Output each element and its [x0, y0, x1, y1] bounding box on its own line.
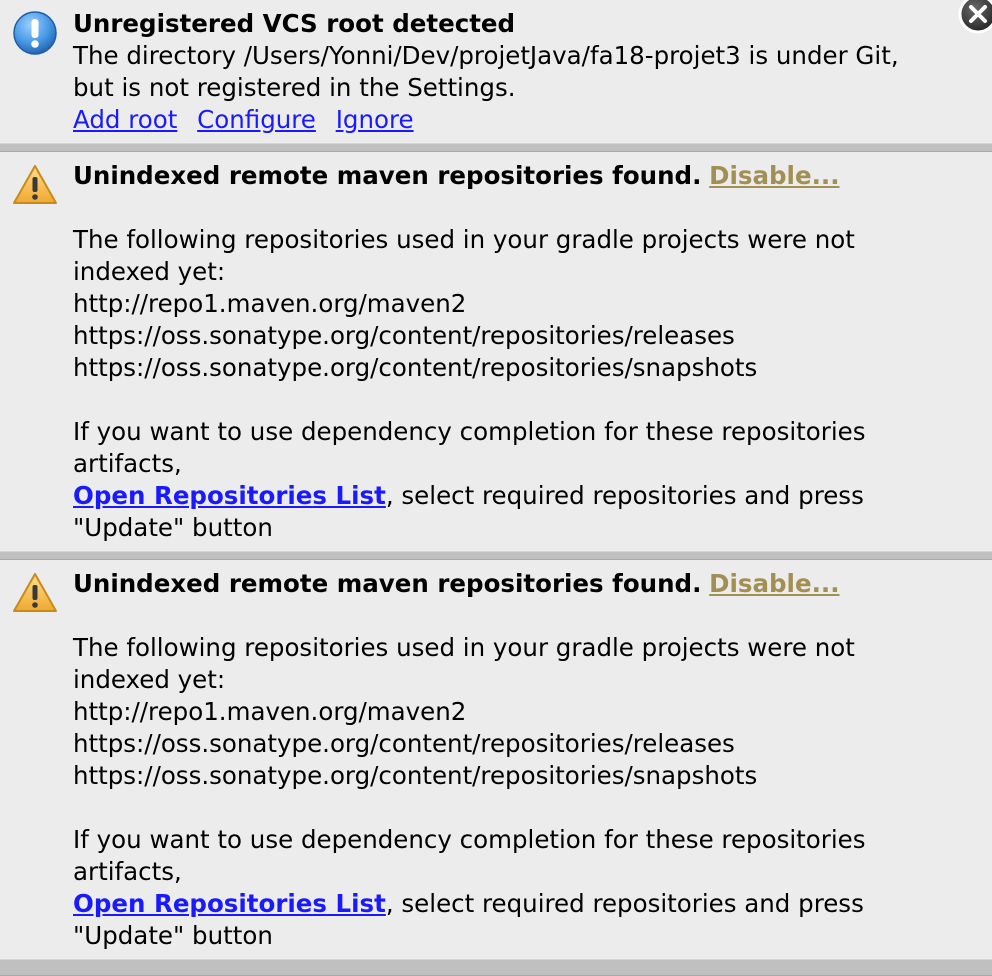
vcs-notification-body: Unregistered VCS root detected The direc… [73, 8, 899, 136]
ignore-link[interactable]: Ignore [336, 105, 414, 134]
notification-separator [0, 959, 992, 976]
notification-message-line: indexed yet: [73, 665, 226, 694]
notification-message-line: The directory /Users/Yonni/Dev/projetJav… [73, 41, 899, 70]
notification-message-text: , select required repositories and press [385, 481, 864, 510]
notification-action-line: Open Repositories List, select required … [73, 888, 865, 920]
notification-balloon-stack: Unregistered VCS root detected The direc… [0, 0, 992, 976]
info-icon [12, 10, 58, 56]
maven-notification-body: Unindexed remote maven repositories foun… [73, 160, 865, 544]
maven-notification-body: Unindexed remote maven repositories foun… [73, 568, 865, 952]
notification-title: Unindexed remote maven repositories foun… [73, 569, 702, 598]
notification-message-line: The following repositories used in your … [73, 633, 855, 662]
notification-message-text: , select required repositories and press [385, 889, 864, 918]
repository-url: http://repo1.maven.org/maven2 [73, 697, 467, 726]
notification-message-line: If you want to use dependency completion… [73, 825, 866, 854]
maven-repositories-notification: Unindexed remote maven repositories foun… [0, 560, 992, 959]
notification-message-line: indexed yet: [73, 257, 226, 286]
notification-title: Unindexed remote maven repositories foun… [73, 161, 702, 190]
configure-link[interactable]: Configure [197, 105, 316, 134]
warning-icon [12, 572, 58, 614]
notification-message-line: "Update" button [73, 921, 273, 950]
vcs-root-notification: Unregistered VCS root detected The direc… [0, 0, 992, 143]
repository-url: https://oss.sonatype.org/content/reposit… [73, 353, 758, 382]
disable-link[interactable]: Disable... [709, 161, 839, 190]
close-icon [958, 0, 992, 34]
maven-repositories-notification: Unindexed remote maven repositories foun… [0, 152, 992, 551]
notification-separator [0, 551, 992, 560]
notification-message-line: "Update" button [73, 513, 273, 542]
notification-message-line: artifacts, [73, 449, 182, 478]
notification-title: Unregistered VCS root detected [73, 9, 516, 38]
repository-url: https://oss.sonatype.org/content/reposit… [73, 761, 758, 790]
notification-message-line: If you want to use dependency completion… [73, 417, 866, 446]
disable-link[interactable]: Disable... [709, 569, 839, 598]
warning-icon [12, 164, 58, 206]
close-button[interactable] [958, 0, 992, 34]
repository-url: https://oss.sonatype.org/content/reposit… [73, 321, 735, 350]
notification-separator [0, 143, 992, 152]
repository-url: https://oss.sonatype.org/content/reposit… [73, 729, 735, 758]
notification-title-row: Unindexed remote maven repositories foun… [73, 568, 865, 600]
notification-message-line: artifacts, [73, 857, 182, 886]
open-repositories-list-link[interactable]: Open Repositories List [73, 889, 386, 918]
notification-action-line: Open Repositories List, select required … [73, 480, 865, 512]
open-repositories-list-link[interactable]: Open Repositories List [73, 481, 386, 510]
add-root-link[interactable]: Add root [73, 105, 177, 134]
repository-url: http://repo1.maven.org/maven2 [73, 289, 467, 318]
notification-message-line: but is not registered in the Settings. [73, 73, 516, 102]
notification-message-line: The following repositories used in your … [73, 225, 855, 254]
notification-actions: Add root Configure Ignore [73, 104, 899, 136]
notification-title-row: Unindexed remote maven repositories foun… [73, 160, 865, 192]
